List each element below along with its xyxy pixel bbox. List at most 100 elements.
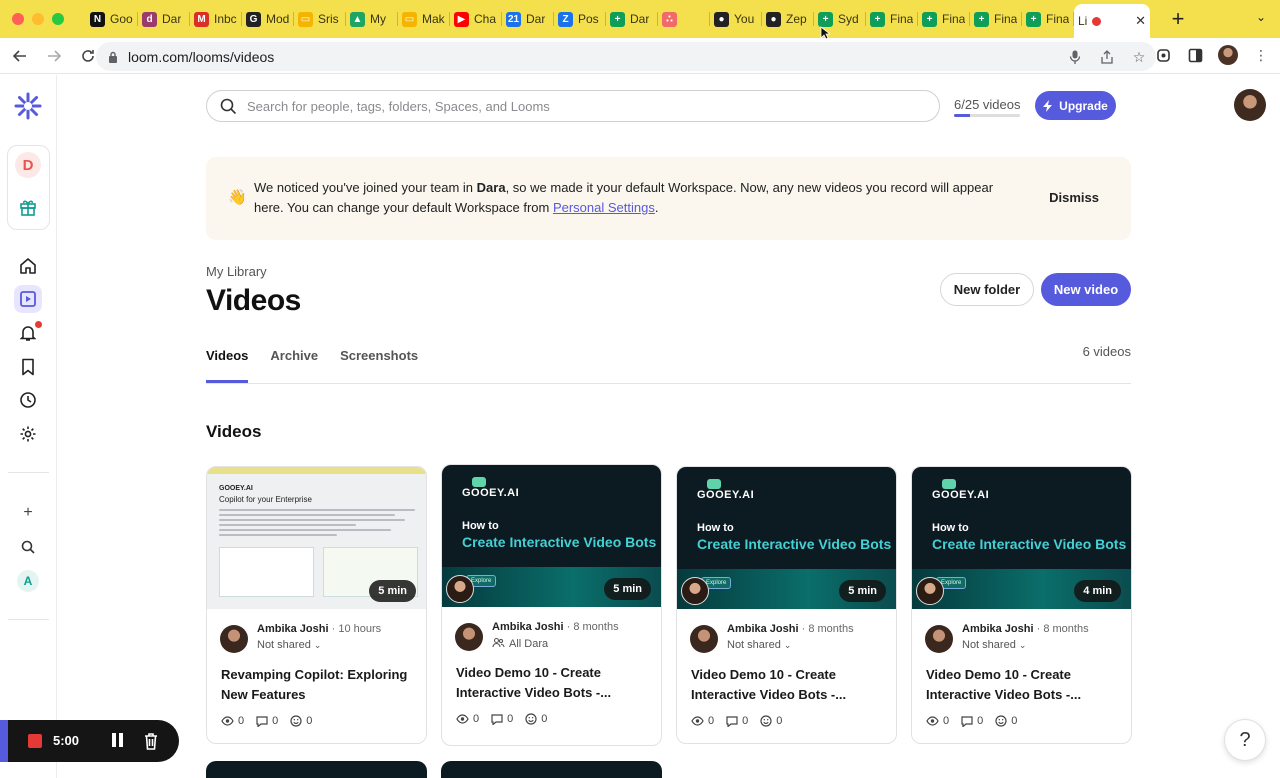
browser-tab[interactable]: + Fina xyxy=(1022,0,1074,38)
comment-icon xyxy=(491,713,503,725)
video-card[interactable]: GOOEY.AI How to Create Interactive Video B… xyxy=(911,466,1132,744)
share-status[interactable]: Not shared ⌄ xyxy=(962,639,1117,653)
video-card[interactable]: GOOEY.AI How to Create Interactive Video B… xyxy=(676,466,897,744)
lightning-icon xyxy=(1043,99,1053,112)
browser-tab[interactable]: + Fina xyxy=(970,0,1022,38)
tab-search-chevron-icon[interactable]: ⌄ xyxy=(1256,10,1266,24)
video-card-peek[interactable] xyxy=(206,761,427,778)
gift-icon[interactable] xyxy=(14,193,42,221)
library-icon[interactable] xyxy=(14,285,42,313)
browser-tab[interactable]: M Inbc xyxy=(190,0,242,38)
browser-toolbar: loom.com/looms/videos ☆ ⋮ xyxy=(0,38,1280,74)
forward-button[interactable] xyxy=(40,42,68,70)
browser-tab[interactable]: ▶ Cha xyxy=(450,0,502,38)
share-status[interactable]: Not shared ⌄ xyxy=(257,639,412,653)
comment-icon xyxy=(961,715,973,727)
bookmark-star-icon[interactable]: ☆ xyxy=(1130,48,1148,66)
video-thumbnail[interactable]: GOOEY.AI Copilot for your Enterprise 5 min xyxy=(207,467,426,609)
comment-icon xyxy=(726,715,738,727)
video-thumbnail[interactable]: GOOEY.AI How to Create Interactive Video B… xyxy=(912,467,1131,609)
browser-tab[interactable]: G Mod xyxy=(242,0,294,38)
stop-recording-button[interactable] xyxy=(28,734,42,748)
extensions-icon[interactable] xyxy=(1154,46,1172,64)
video-quota-label[interactable]: 6/25 videos xyxy=(954,97,1021,112)
browser-tab[interactable]: ▭ Sris xyxy=(294,0,346,38)
breadcrumb[interactable]: My Library xyxy=(206,264,267,279)
home-icon[interactable] xyxy=(14,252,42,280)
video-title[interactable]: Video Demo 10 - Create Interactive Video… xyxy=(691,665,882,705)
video-title[interactable]: Revamping Copilot: Exploring New Feature… xyxy=(221,665,412,705)
add-icon[interactable]: + xyxy=(14,499,42,527)
video-card[interactable]: GOOEY.AI Copilot for your Enterprise 5 min… xyxy=(206,466,427,744)
bookmark-icon[interactable] xyxy=(14,353,42,381)
maximize-window-button[interactable] xyxy=(52,13,64,25)
share-icon[interactable] xyxy=(1098,48,1116,66)
close-tab-icon[interactable]: ✕ xyxy=(1135,13,1146,29)
upgrade-button[interactable]: Upgrade xyxy=(1035,91,1116,120)
video-title[interactable]: Video Demo 10 - Create Interactive Video… xyxy=(926,665,1117,705)
search-bar[interactable] xyxy=(206,90,940,122)
search-input[interactable] xyxy=(247,98,887,114)
video-card[interactable]: GOOEY.AI How to Create Interactive Video B… xyxy=(441,464,662,746)
thumbnail-heading: Create Interactive Video Bots xyxy=(462,534,657,550)
tab-videos[interactable]: Videos xyxy=(206,348,249,383)
browser-menu-icon[interactable]: ⋮ xyxy=(1252,46,1270,64)
new-folder-button[interactable]: New folder xyxy=(940,273,1034,306)
browser-tab-active[interactable]: Li ✕ xyxy=(1074,4,1150,38)
back-button[interactable] xyxy=(6,42,34,70)
browser-tab[interactable]: 21 Dar xyxy=(502,0,554,38)
user-avatar[interactable] xyxy=(1234,89,1266,121)
profile-avatar[interactable] xyxy=(1218,45,1238,65)
presenter-avatar xyxy=(446,575,474,603)
notification-badge xyxy=(35,321,42,328)
tab-screenshots[interactable]: Screenshots xyxy=(340,348,418,383)
notifications-bell-icon[interactable] xyxy=(14,319,42,347)
side-panel-icon[interactable] xyxy=(1186,46,1204,64)
browser-tab[interactable]: ● You xyxy=(710,0,762,38)
browser-tab-label: Cha xyxy=(474,12,497,26)
browser-tab[interactable]: ▭ Mak xyxy=(398,0,450,38)
eye-icon xyxy=(691,716,704,726)
browser-tab[interactable]: ▲ My xyxy=(346,0,398,38)
browser-tab[interactable]: N Goo xyxy=(86,0,138,38)
workspace-avatar[interactable]: D xyxy=(14,151,42,179)
calendar-icon: 21 xyxy=(506,11,521,27)
workspace-notice-banner: 👋 We noticed you've joined your team in … xyxy=(206,157,1131,240)
delete-recording-icon[interactable] xyxy=(143,732,159,750)
loom-logo-icon[interactable] xyxy=(14,92,42,120)
share-status[interactable]: Not shared ⌄ xyxy=(727,639,882,653)
search-icon[interactable] xyxy=(14,533,42,561)
new-video-button[interactable]: New video xyxy=(1041,273,1131,306)
browser-tab[interactable]: d Dar xyxy=(138,0,190,38)
app-avatar[interactable]: A xyxy=(14,567,42,595)
browser-tab[interactable]: ∴ xyxy=(658,0,710,38)
tabs-divider xyxy=(206,383,1131,384)
video-thumbnail[interactable]: GOOEY.AI How to Create Interactive Video B… xyxy=(442,465,661,607)
browser-tab-label: Fina xyxy=(1046,12,1070,26)
reactions-stat: 0 xyxy=(290,715,312,727)
asana-icon: ∴ xyxy=(662,11,677,27)
settings-gear-icon[interactable] xyxy=(14,420,42,448)
recording-timer: 5:00 xyxy=(53,733,80,748)
browser-tab[interactable]: + Fina xyxy=(866,0,918,38)
browser-tab[interactable]: ● Zep xyxy=(762,0,814,38)
minimize-window-button[interactable] xyxy=(32,13,44,25)
video-card-peek[interactable] xyxy=(441,761,662,778)
share-status[interactable]: All Dara xyxy=(492,637,647,651)
microphone-icon[interactable] xyxy=(1066,48,1084,66)
browser-tab[interactable]: + Dar xyxy=(606,0,658,38)
personal-settings-link[interactable]: Personal Settings xyxy=(553,200,655,215)
new-tab-button[interactable]: + xyxy=(1164,5,1192,33)
help-button[interactable]: ? xyxy=(1224,719,1266,761)
tab-archive[interactable]: Archive xyxy=(270,348,318,383)
address-bar[interactable]: loom.com/looms/videos ☆ xyxy=(96,42,1156,71)
close-window-button[interactable] xyxy=(12,13,24,25)
workspace-initial: D xyxy=(15,152,41,178)
browser-tab[interactable]: Z Pos xyxy=(554,0,606,38)
pause-recording-button[interactable] xyxy=(112,733,126,749)
video-title[interactable]: Video Demo 10 - Create Interactive Video… xyxy=(456,663,647,703)
video-thumbnail[interactable]: GOOEY.AI How to Create Interactive Video B… xyxy=(677,467,896,609)
browser-tab[interactable]: + Fina xyxy=(918,0,970,38)
history-clock-icon[interactable] xyxy=(14,386,42,414)
dismiss-button[interactable]: Dismiss xyxy=(1049,190,1099,205)
